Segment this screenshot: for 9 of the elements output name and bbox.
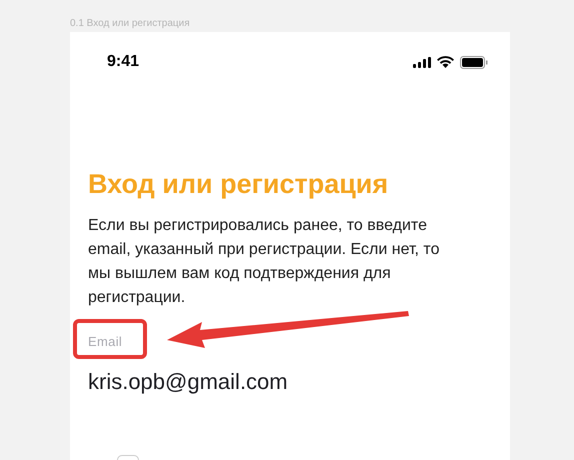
status-time: 9:41 [107,52,140,72]
signal-icon [413,56,431,68]
page-title: Вход или регистрация [88,168,390,201]
email-field[interactable]: kris.opb@gmail.com [88,365,510,398]
wifi-icon [437,56,454,68]
battery-icon [460,56,488,68]
description-text: Если вы регистрировались ранее, то введите email, указанный при регистрации. Если нет, то мы вышлем вам код подтверждения для регистрации. [88,216,440,308]
frame-label: 0.1 Вход или регистрация [70,17,190,31]
email-label: Email [88,332,124,351]
